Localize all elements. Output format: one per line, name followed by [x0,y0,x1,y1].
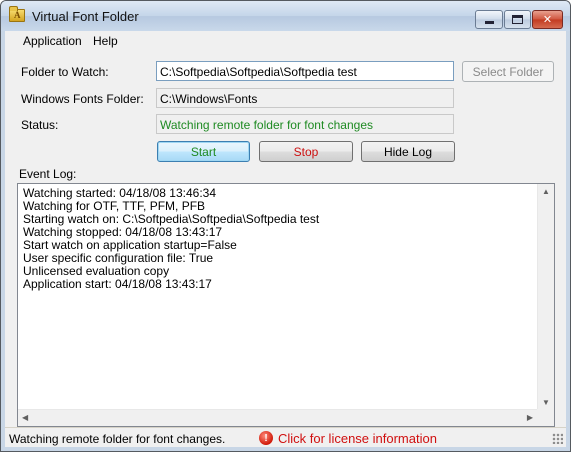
folder-to-watch-input[interactable]: C:\Softpedia\Softpedia\Softpedia test [156,61,454,81]
windows-fonts-folder-label: Windows Fonts Folder: [21,92,144,106]
license-info-link[interactable]: Click for license information [278,431,437,446]
status-bar-text: Watching remote folder for font changes. [9,432,226,446]
windows-fonts-folder-field: C:\Windows\Fonts [156,88,454,108]
select-folder-button[interactable]: Select Folder [462,61,554,82]
scroll-left-icon[interactable]: ◀ [22,413,28,422]
event-log-label: Event Log: [19,167,77,181]
client-area: Application Help Folder to Watch: C:\Sof… [5,31,566,447]
status-field: Watching remote folder for font changes [156,114,454,134]
maximize-icon [512,15,523,24]
app-window: Virtual Font Folder ✕ Application Help F… [0,0,571,452]
maximize-button[interactable] [504,10,531,29]
scroll-up-icon[interactable]: ▲ [542,187,550,196]
stop-button[interactable]: Stop [259,141,353,162]
event-log-lines: Watching started: 04/18/08 13:46:34 Watch… [23,187,319,291]
minimize-button[interactable] [475,10,503,29]
scroll-right-icon[interactable]: ▶ [527,413,533,422]
folder-font-icon [9,6,25,22]
hide-log-button[interactable]: Hide Log [361,141,455,162]
folder-to-watch-label: Folder to Watch: [21,65,109,79]
status-label: Status: [21,118,59,132]
error-icon[interactable]: ! [259,431,273,445]
start-button[interactable]: Start [157,141,250,162]
menu-help[interactable]: Help [93,34,118,48]
resize-grip-icon[interactable] [552,433,563,444]
close-button[interactable]: ✕ [532,10,563,29]
menu-application[interactable]: Application [23,34,82,48]
log-entry: Application start: 04/18/08 13:43:17 [23,277,212,291]
event-log-list[interactable]: Watching started: 04/18/08 13:46:34 Watch… [17,183,555,427]
title-bar[interactable]: Virtual Font Folder ✕ [1,1,570,31]
horizontal-scrollbar[interactable]: ◀ ▶ [18,409,537,426]
minimize-icon [484,21,494,24]
scroll-down-icon[interactable]: ▼ [542,398,550,407]
main-panel: Folder to Watch: C:\Softpedia\Softpedia\… [5,51,566,427]
menu-bar: Application Help [5,31,566,51]
window-title: Virtual Font Folder [32,9,139,24]
scrollbar-corner [537,409,554,426]
status-bar: Watching remote folder for font changes.… [5,427,566,447]
close-icon: ✕ [542,14,553,26]
vertical-scrollbar[interactable]: ▲ ▼ [537,184,554,410]
